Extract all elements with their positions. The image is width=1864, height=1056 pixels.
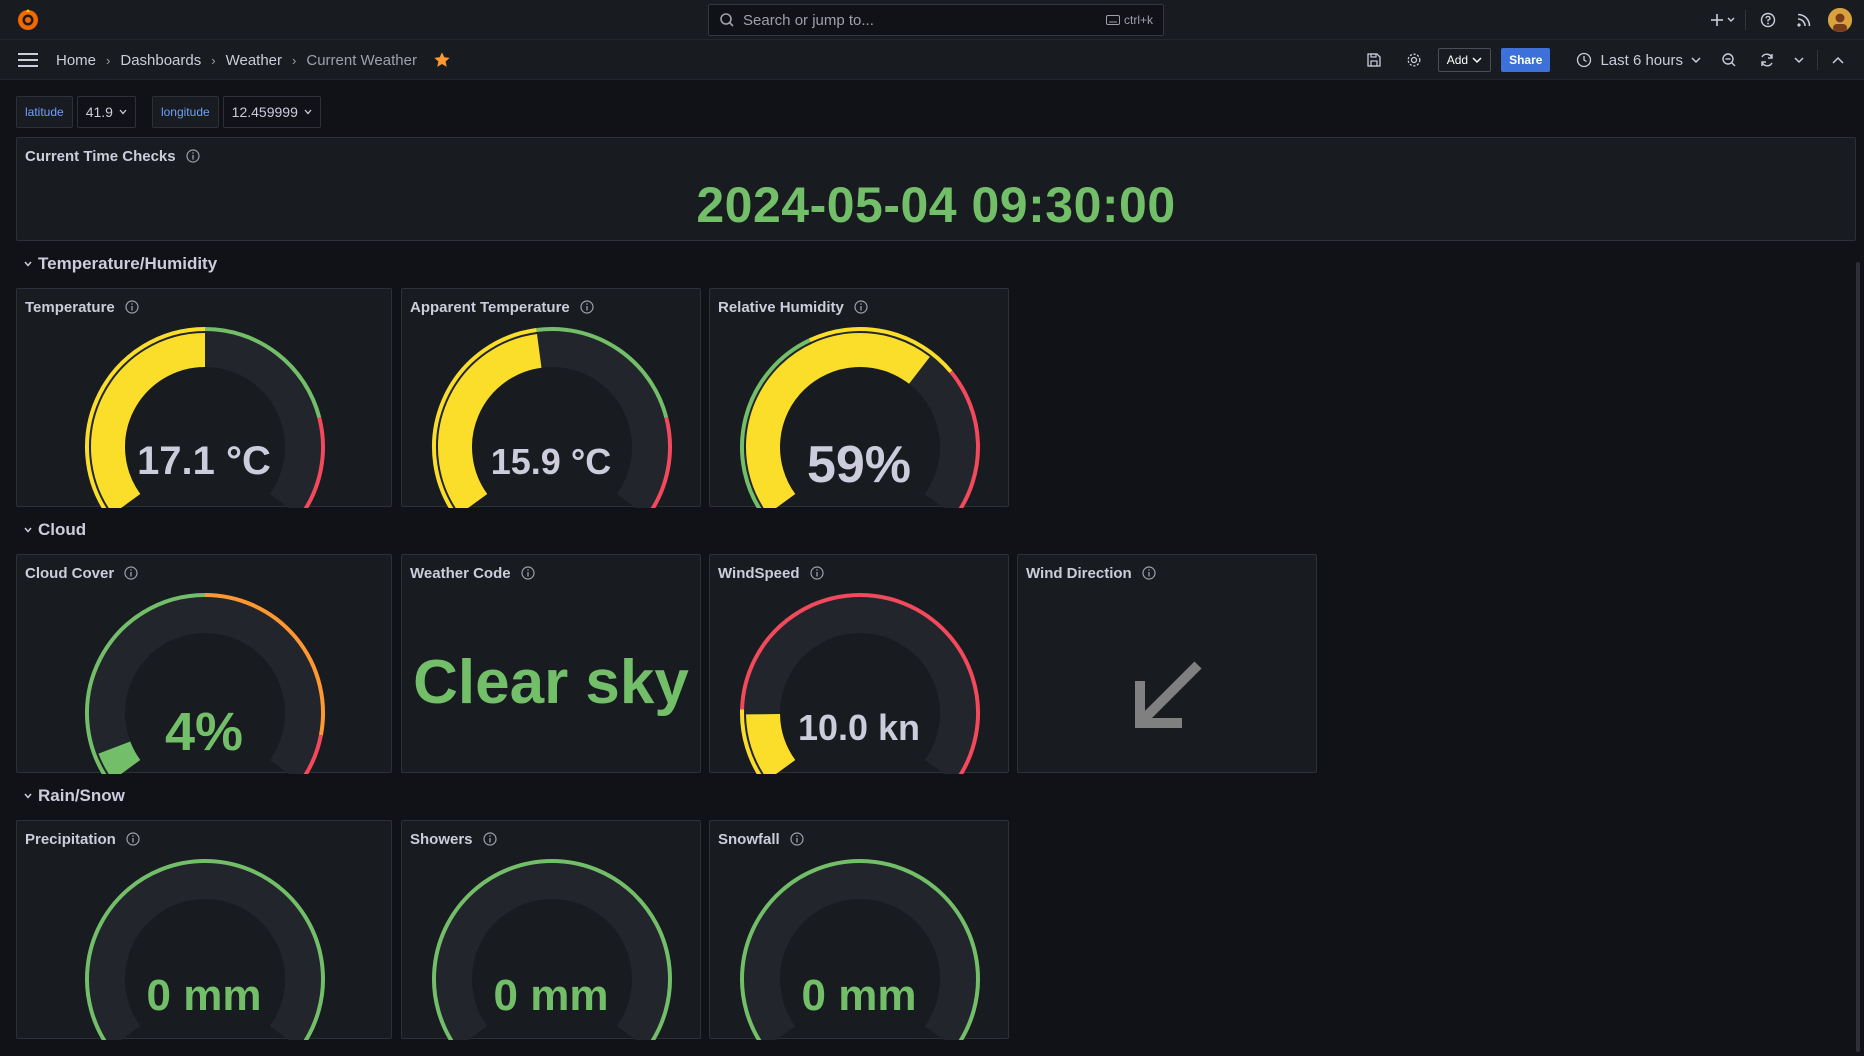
breadcrumb-current: Current Weather — [306, 51, 417, 69]
breadcrumb-weather[interactable]: Weather — [226, 52, 282, 69]
save-dashboard-button[interactable] — [1354, 46, 1394, 74]
breadcrumb: Home › Dashboards › Weather › Current We… — [56, 40, 451, 80]
showers-panel: Showers 0 mm — [401, 820, 701, 1040]
relative-humidity-panel: Relative Humidity 59% — [709, 288, 1009, 508]
snowfall-value: 0 mm — [801, 971, 917, 1020]
chevron-down-icon — [304, 109, 312, 115]
panel-title: Current Time Checks — [25, 146, 200, 166]
chevron-down-icon — [119, 109, 127, 115]
info-icon[interactable] — [186, 149, 200, 163]
row-rain-snow[interactable]: Rain/Snow — [22, 784, 125, 808]
current-time-value: 2024-05-04 09:30:00 — [696, 177, 1176, 233]
grafana-logo-icon[interactable] — [16, 8, 40, 32]
search-placeholder: Search or jump to... — [743, 11, 874, 29]
gear-icon — [1407, 53, 1421, 67]
share-button[interactable]: Share — [1501, 48, 1551, 72]
time-range-label: Last 6 hours — [1600, 51, 1683, 69]
variable-select-latitude[interactable]: 41.9 — [76, 96, 136, 128]
clock-icon — [1577, 52, 1592, 68]
scrollbar[interactable] — [1856, 262, 1860, 1052]
temperature-panel: Temperature 17.1 °C — [16, 288, 392, 508]
panel-title: Wind Direction — [1026, 563, 1156, 583]
search-shortcut: ctrl+k — [1105, 13, 1153, 27]
help-icon — [1760, 12, 1776, 28]
breadcrumb-separator: › — [211, 52, 216, 68]
arrow-down-left-icon — [1135, 661, 1202, 728]
settings-button[interactable] — [1394, 46, 1434, 74]
divider — [1745, 10, 1746, 30]
save-icon — [1367, 53, 1381, 67]
variable-label-longitude: longitude — [151, 96, 219, 128]
plus-icon — [1711, 14, 1735, 26]
time-range-picker[interactable]: Last 6 hours — [1576, 52, 1701, 69]
variable-label-latitude: latitude — [16, 96, 73, 128]
temperature-value: 17.1 °C — [137, 439, 271, 483]
news-button[interactable] — [1786, 8, 1822, 32]
avatar-icon — [1828, 8, 1852, 32]
precipitation-panel: Precipitation 0 mm — [16, 820, 392, 1040]
precipitation-value: 0 mm — [146, 971, 262, 1020]
snowfall-panel: Snowfall 0 mm — [709, 820, 1009, 1040]
chevron-down-icon — [1472, 57, 1482, 64]
chevron-down-icon — [24, 527, 32, 533]
windspeed-panel: WindSpeed 10.0 kn — [709, 554, 1009, 774]
rss-icon — [1797, 13, 1811, 27]
chevron-down-icon — [24, 793, 32, 799]
search-icon — [720, 13, 734, 27]
breadcrumb-separator: › — [292, 52, 297, 68]
info-icon[interactable] — [520, 566, 535, 580]
chevron-down-icon — [1794, 57, 1804, 64]
breadcrumb-dashboards[interactable]: Dashboards — [120, 52, 201, 69]
help-button[interactable] — [1750, 8, 1786, 32]
refresh-interval-button[interactable] — [1785, 46, 1813, 74]
apparent-temperature-panel: Apparent Temperature 15.9 °C — [401, 288, 701, 508]
row-temperature-humidity[interactable]: Temperature/Humidity — [22, 252, 217, 276]
keyboard-icon — [1105, 15, 1120, 25]
divider — [1817, 50, 1818, 70]
user-avatar[interactable] — [1828, 8, 1852, 32]
wind-direction-panel: Wind Direction — [1017, 554, 1317, 773]
hamburger-menu-icon[interactable] — [16, 50, 40, 70]
apparent-temperature-value: 15.9 °C — [490, 441, 612, 482]
collapse-toolbar-button[interactable] — [1822, 46, 1854, 74]
windspeed-value: 10.0 kn — [797, 707, 921, 748]
star-icon[interactable] — [433, 51, 451, 69]
zoom-out-button[interactable] — [1709, 46, 1749, 74]
zoom-out-icon — [1722, 53, 1736, 67]
cloud-cover-value: 4% — [164, 702, 244, 762]
chevron-up-icon — [1832, 56, 1844, 64]
weather-code-panel: Weather Code Clear sky — [401, 554, 701, 773]
refresh-icon — [1761, 53, 1773, 67]
info-icon[interactable] — [1142, 566, 1156, 580]
row-cloud[interactable]: Cloud — [22, 518, 86, 542]
chevron-down-icon — [24, 261, 32, 267]
variables-bar: latitude 41.9 longitude 12.459999 — [16, 96, 337, 128]
cloud-cover-panel: Cloud Cover 4% — [16, 554, 392, 774]
variable-select-longitude[interactable]: 12.459999 — [222, 96, 321, 128]
top-bar: Search or jump to... ctrl+k — [0, 0, 1864, 40]
add-button[interactable]: Add — [1437, 48, 1492, 72]
chevron-down-icon — [1691, 57, 1701, 64]
weather-code-value: Clear sky — [413, 648, 689, 717]
refresh-button[interactable] — [1749, 46, 1785, 74]
current-time-panel: Current Time Checks 2024-05-04 09:30:00 — [16, 137, 1856, 241]
showers-value: 0 mm — [493, 971, 609, 1020]
breadcrumb-separator: › — [106, 52, 111, 68]
new-menu-button[interactable] — [1705, 8, 1741, 32]
relative-humidity-value: 59% — [806, 436, 912, 494]
breadcrumb-home[interactable]: Home — [56, 52, 96, 69]
dashboard-nav-bar: Home › Dashboards › Weather › Current We… — [0, 40, 1864, 80]
search-input[interactable]: Search or jump to... ctrl+k — [708, 4, 1164, 36]
panel-title: Weather Code — [410, 563, 535, 583]
